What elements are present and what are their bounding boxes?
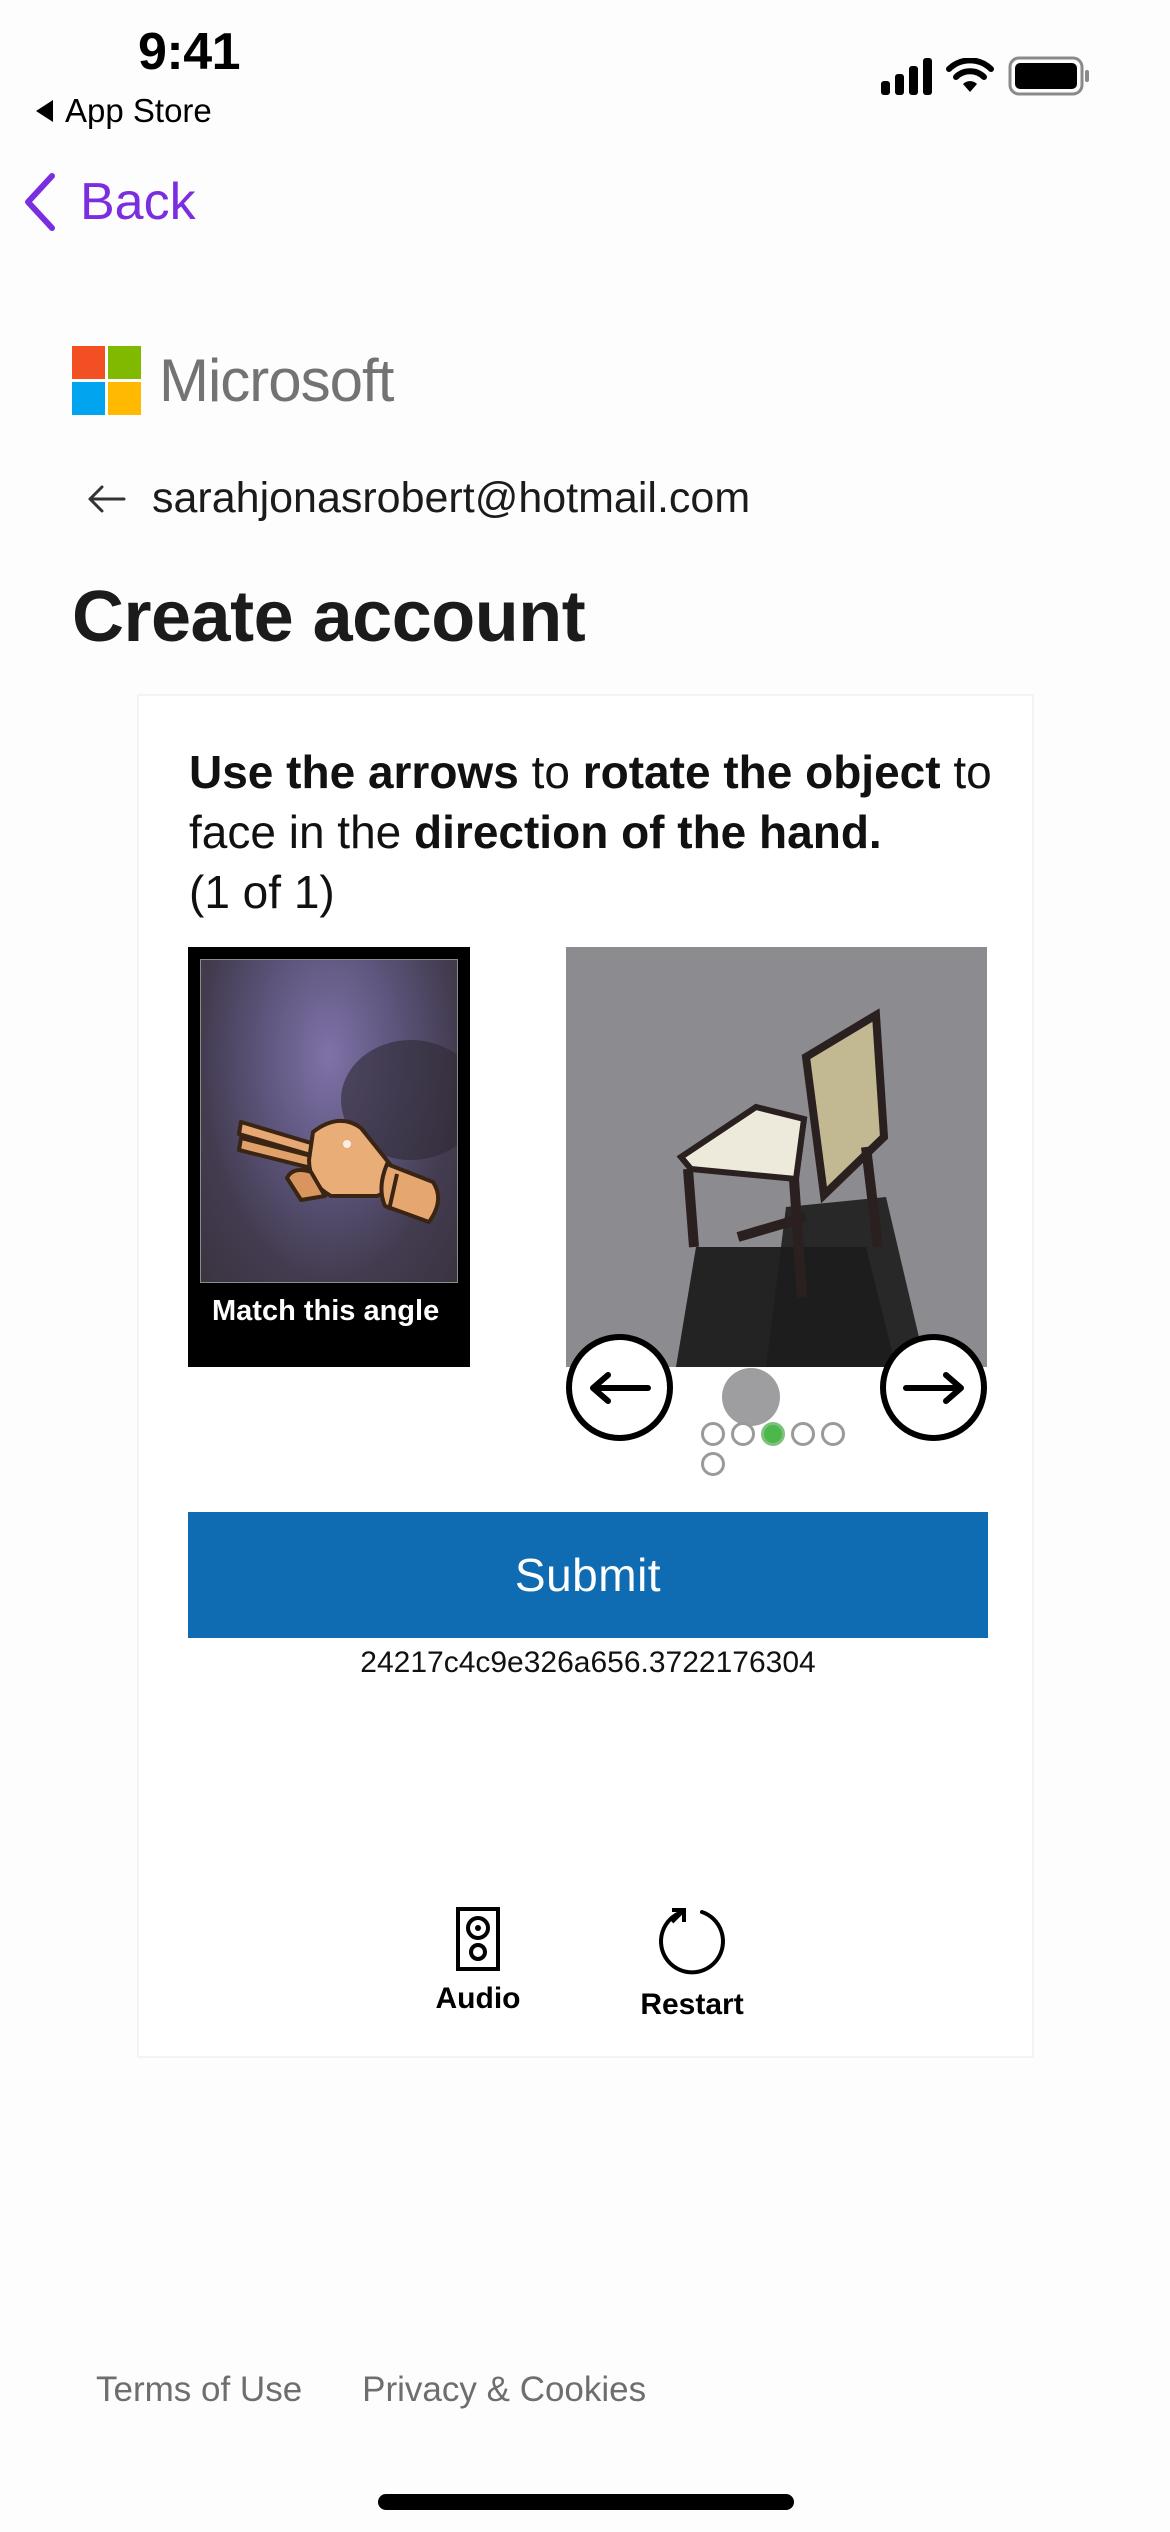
rotate-right-button[interactable] (880, 1334, 987, 1441)
rotatable-object-image (566, 947, 987, 1367)
reference-hand-image (200, 959, 458, 1283)
audio-label: Audio (435, 1982, 521, 2015)
rotation-dot[interactable] (701, 1422, 725, 1446)
challenge-progress: (1 of 1) (189, 866, 335, 918)
hand-icon (237, 1040, 457, 1224)
rotation-position-indicator (701, 1422, 861, 1476)
back-triangle-icon (36, 100, 53, 122)
speaker-icon (456, 1907, 500, 1971)
brand-name: Microsoft (159, 347, 394, 414)
session-id: 24217c4c9e326a656.3722176304 (360, 1646, 816, 1679)
instruction-part: Use the arrows (189, 746, 519, 798)
instruction-part: to (518, 746, 583, 798)
arrow-left-icon (589, 1371, 651, 1404)
rotation-dot-active[interactable] (761, 1422, 785, 1446)
restart-label: Restart (640, 1988, 744, 2021)
reference-panel: Match this angle (188, 947, 470, 1367)
audio-button[interactable]: Audio (423, 1906, 533, 2016)
back-label: Back (80, 173, 196, 231)
restart-icon (659, 1908, 725, 1975)
terms-of-use-link[interactable]: Terms of Use (96, 2370, 302, 2410)
status-time: 9:41 (138, 23, 241, 81)
microsoft-logo-icon (72, 346, 141, 415)
wifi-icon (946, 58, 994, 92)
reference-caption: Match this angle (212, 1295, 440, 1327)
submit-button[interactable]: Submit (188, 1512, 988, 1638)
challenge-card: Use the arrows to rotate the object to f… (137, 694, 1034, 2058)
microsoft-logo: Microsoft (72, 346, 394, 415)
arrow-left-icon (88, 485, 126, 512)
chevron-left-icon (25, 173, 55, 231)
rotation-dot[interactable] (791, 1422, 815, 1446)
instruction-part: rotate the object (582, 746, 941, 798)
identity-banner[interactable]: sarahjonasrobert@hotmail.com (86, 474, 750, 523)
back-to-app-store[interactable]: App Store (36, 92, 212, 130)
battery-icon (1008, 56, 1089, 96)
rotate-left-button[interactable] (566, 1334, 673, 1441)
back-app-label: App Store (65, 92, 212, 129)
page-title: Create account (72, 577, 586, 657)
rotation-dot[interactable] (701, 1452, 725, 1476)
status-icons (881, 56, 1090, 96)
home-indicator[interactable] (378, 2494, 794, 2510)
privacy-cookies-link[interactable]: Privacy & Cookies (362, 2370, 646, 2410)
rotation-slider-knob[interactable] (722, 1368, 780, 1426)
identity-email: sarahjonasrobert@hotmail.com (152, 474, 751, 522)
challenge-instructions: Use the arrows to rotate the object to f… (189, 742, 1009, 922)
back-button[interactable]: Back (22, 172, 196, 232)
instruction-part: direction of the hand. (414, 806, 882, 858)
arrow-right-icon (902, 1371, 964, 1404)
cellular-signal-icon (881, 57, 932, 95)
footer-links: Terms of Use Privacy & Cookies (96, 2370, 646, 2410)
restart-button[interactable]: Restart (622, 1906, 762, 2022)
rotation-dot[interactable] (821, 1422, 845, 1446)
chair-icon (676, 1008, 926, 1367)
rotation-dot[interactable] (731, 1422, 755, 1446)
